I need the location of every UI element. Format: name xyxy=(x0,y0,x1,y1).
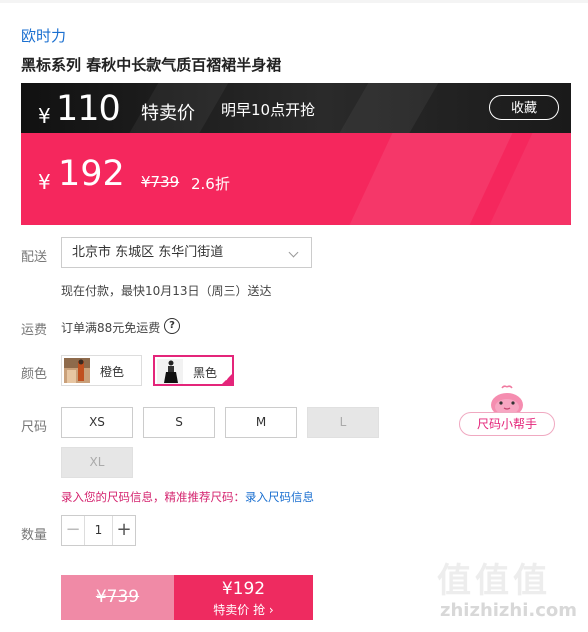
size-option-m[interactable]: M xyxy=(225,407,297,438)
enter-size-info-link[interactable]: 录入尺码信息 xyxy=(245,490,314,504)
orange-swatch-thumbnail xyxy=(64,358,90,383)
brand-link[interactable]: 欧时力 xyxy=(21,25,66,46)
size-info-prompt: 录入您的尺码信息，精准推荐尺码：录入尺码信息 xyxy=(61,489,314,505)
favorite-button[interactable]: 收藏 xyxy=(489,95,559,120)
flash-price-currency: ¥ xyxy=(38,104,51,128)
check-icon: ✓ xyxy=(224,374,231,383)
flash-price-label: 特卖价 xyxy=(141,103,195,124)
size-option-l: L xyxy=(307,407,379,438)
size-option-xl: XL xyxy=(61,447,133,478)
sale-button-price: ¥192 xyxy=(221,579,266,599)
original-price: ¥739 xyxy=(141,173,180,191)
delivery-address: 北京市 东城区 东华门街道 xyxy=(72,245,224,260)
shipping-label: 运费 xyxy=(21,323,48,338)
discount-rate: 2.6折 xyxy=(191,175,230,193)
quantity-decrease-button[interactable]: − xyxy=(62,516,85,545)
watermark-logo: 值值值 xyxy=(437,561,551,601)
flash-price: 110 xyxy=(56,89,121,129)
shipping-text: 订单满88元免运费 xyxy=(61,321,161,335)
size-helper-button[interactable]: 尺码小帮手 xyxy=(459,412,555,436)
help-icon[interactable]: ? xyxy=(164,318,180,334)
banner-stripe xyxy=(322,83,450,133)
delivery-label: 配送 xyxy=(21,250,48,265)
flash-start-time: 明早10点开抢 xyxy=(221,101,316,119)
color-label: 颜色 xyxy=(21,367,48,382)
size-label: 尺码 xyxy=(21,420,48,435)
color-option-label: 黑色 xyxy=(193,366,218,380)
current-price-currency: ¥ xyxy=(38,170,51,194)
sale-button-label: 特卖价 抢 › xyxy=(213,603,274,617)
delivery-address-select[interactable]: 北京市 东城区 东华门街道 xyxy=(61,237,312,268)
size-info-text: 录入您的尺码信息，精准推荐尺码： xyxy=(61,490,245,504)
color-option-black[interactable]: 黑色 ✓ xyxy=(153,355,234,386)
delivery-eta: 现在付款，最快10月13日（周三）送达 xyxy=(61,284,272,298)
quantity-value[interactable]: 1 xyxy=(84,516,113,545)
chevron-down-icon xyxy=(288,247,299,258)
black-swatch-thumbnail xyxy=(157,359,183,384)
size-option-s[interactable]: S xyxy=(143,407,215,438)
color-option-label: 橙色 xyxy=(100,365,125,379)
top-divider xyxy=(0,0,588,3)
banner-shine xyxy=(349,133,513,225)
buy-original-price-button[interactable]: ¥739 xyxy=(61,575,174,620)
quantity-stepper: − 1 + xyxy=(61,515,136,546)
quantity-increase-button[interactable]: + xyxy=(112,516,135,545)
size-option-xs[interactable]: XS xyxy=(61,407,133,438)
watermark-url: zhizhizhi.com xyxy=(440,600,578,621)
current-price: 192 xyxy=(58,154,125,194)
color-option-orange[interactable]: 橙色 xyxy=(61,355,142,386)
product-title: 黑标系列 春秋中长款气质百褶裙半身裙 xyxy=(21,56,282,74)
buy-sale-price-button[interactable]: ¥192 特卖价 抢 › xyxy=(174,575,313,620)
quantity-label: 数量 xyxy=(21,528,48,543)
